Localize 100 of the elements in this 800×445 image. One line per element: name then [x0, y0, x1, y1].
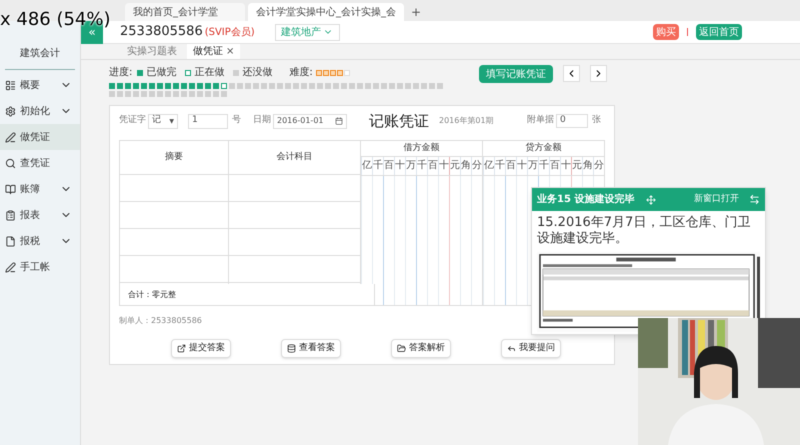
- progress-square: [197, 91, 203, 97]
- account-number: 2533805586: [120, 23, 203, 42]
- digit-header: 百: [505, 157, 516, 175]
- book-icon: [5, 184, 16, 194]
- action-button[interactable]: 提交答案: [171, 339, 231, 358]
- progress-square: [133, 83, 139, 89]
- attachments-label: 附单据: [527, 114, 554, 128]
- difficulty-label: 难度:: [289, 66, 313, 80]
- popup-text: 15.2016年7月7日，工区仓库、门卫设施建设完毕。: [536, 214, 752, 247]
- digit-header: 千: [416, 157, 427, 175]
- progress-square: [229, 83, 235, 89]
- digit-header: 十: [516, 157, 527, 175]
- progress-square: [237, 83, 243, 89]
- legend-label: 正在做: [194, 66, 224, 80]
- digit-header: 千: [372, 157, 383, 175]
- progress-square: [165, 91, 171, 97]
- digit-header: 角: [582, 157, 593, 175]
- progress-square: [141, 91, 147, 97]
- progress-square: [293, 83, 299, 89]
- legend-label: 已做完: [146, 66, 176, 80]
- number-unit: 号: [232, 114, 241, 128]
- voucher-number-field[interactable]: 1: [188, 114, 228, 128]
- sidebar-item[interactable]: 报表: [0, 202, 80, 228]
- progress-square: [349, 83, 355, 89]
- swap-icon[interactable]: [749, 194, 760, 205]
- progress-square: [301, 83, 307, 89]
- progress-square: [221, 91, 227, 97]
- progress-square: [117, 91, 123, 97]
- progress-square: [405, 83, 411, 89]
- progress-square: [397, 83, 403, 89]
- progress-square: [133, 91, 139, 97]
- progress-square: [221, 83, 227, 89]
- progress-square: [277, 83, 283, 89]
- membership-label: (SVIP会员): [204, 26, 255, 40]
- progress-square: [181, 83, 187, 89]
- sidebar-item[interactable]: 手工帐: [0, 254, 80, 280]
- folder-icon: [397, 344, 406, 353]
- progress-square: [269, 83, 275, 89]
- voucher-word-label: 凭证字: [119, 114, 146, 128]
- previous-button[interactable]: [563, 65, 580, 82]
- digit-header: 元: [571, 157, 582, 175]
- progress-square: [205, 91, 211, 97]
- digit-header: 十: [438, 157, 449, 175]
- column-header: 借方金额: [361, 141, 482, 157]
- progress-label: 进度:: [109, 66, 132, 80]
- browser-tab[interactable]: 我的首页_会计学堂: [125, 3, 245, 21]
- action-button[interactable]: 我要提问: [501, 339, 561, 358]
- progress-square: [309, 83, 315, 89]
- sidebar-title: 建筑会计: [5, 46, 75, 70]
- date-label: 日期: [253, 114, 271, 128]
- digit-header: 亿: [483, 157, 494, 175]
- sidebar-item[interactable]: 查凭证: [0, 150, 80, 176]
- digit-header: 百: [549, 157, 560, 175]
- progress-square: [341, 83, 347, 89]
- legend-swatch: [233, 70, 240, 76]
- page-tab[interactable]: 做凭证 ×: [187, 44, 240, 59]
- move-icon[interactable]: [646, 194, 656, 204]
- sidebar-item[interactable]: 初始化: [0, 98, 80, 124]
- browser-tab[interactable]: 会计学堂实操中心_会计实操_会: [248, 3, 404, 21]
- gear-icon: [5, 106, 16, 116]
- digit-header: 角: [460, 157, 471, 175]
- new-tab-button[interactable]: +: [407, 3, 426, 21]
- date-field[interactable]: 2016-01-01: [273, 114, 347, 128]
- progress-square: [357, 83, 363, 89]
- progress-square: [213, 91, 219, 97]
- close-tab-button[interactable]: ×: [226, 44, 234, 59]
- voucher-period: 2016年第01期: [439, 115, 494, 127]
- list-icon: [5, 80, 16, 90]
- progress-square: [173, 91, 179, 97]
- sidebar-item[interactable]: 账簿: [0, 176, 80, 202]
- column-header: 贷方金额: [483, 141, 604, 157]
- sidebar-item[interactable]: 概要: [0, 72, 80, 98]
- voucher-maker: 制单人：2533805586: [119, 315, 203, 327]
- next-button[interactable]: [590, 65, 607, 82]
- sidebar-item[interactable]: 报税: [0, 228, 80, 254]
- digit-header: 十: [394, 157, 405, 175]
- progress-square: [181, 91, 187, 97]
- legend-swatch: [185, 70, 192, 76]
- progress-square: [117, 83, 123, 89]
- action-button[interactable]: 答案解析: [391, 339, 451, 358]
- legend-swatch: [137, 70, 144, 76]
- page-tab[interactable]: 实操习题表: [121, 44, 183, 59]
- sidebar-item[interactable]: 做凭证: [0, 124, 80, 150]
- action-button[interactable]: 查看答案: [281, 339, 341, 358]
- progress-square: [205, 83, 211, 89]
- digit-header: 千: [538, 157, 549, 175]
- progress-square: [157, 91, 163, 97]
- digit-header: 十: [560, 157, 571, 175]
- clipboard-icon: [5, 210, 16, 220]
- search-icon: [5, 158, 16, 168]
- digit-header: 万: [405, 157, 416, 175]
- progress-square: [373, 83, 379, 89]
- digit-header: 百: [427, 157, 438, 175]
- progress-square: [149, 83, 155, 89]
- attachments-field[interactable]: 0: [556, 114, 588, 128]
- progress-square: [389, 83, 395, 89]
- progress-square: [157, 83, 163, 89]
- calendar-icon: [335, 117, 343, 125]
- progress-square: [109, 83, 115, 89]
- column-header: 会计科目: [229, 141, 360, 175]
